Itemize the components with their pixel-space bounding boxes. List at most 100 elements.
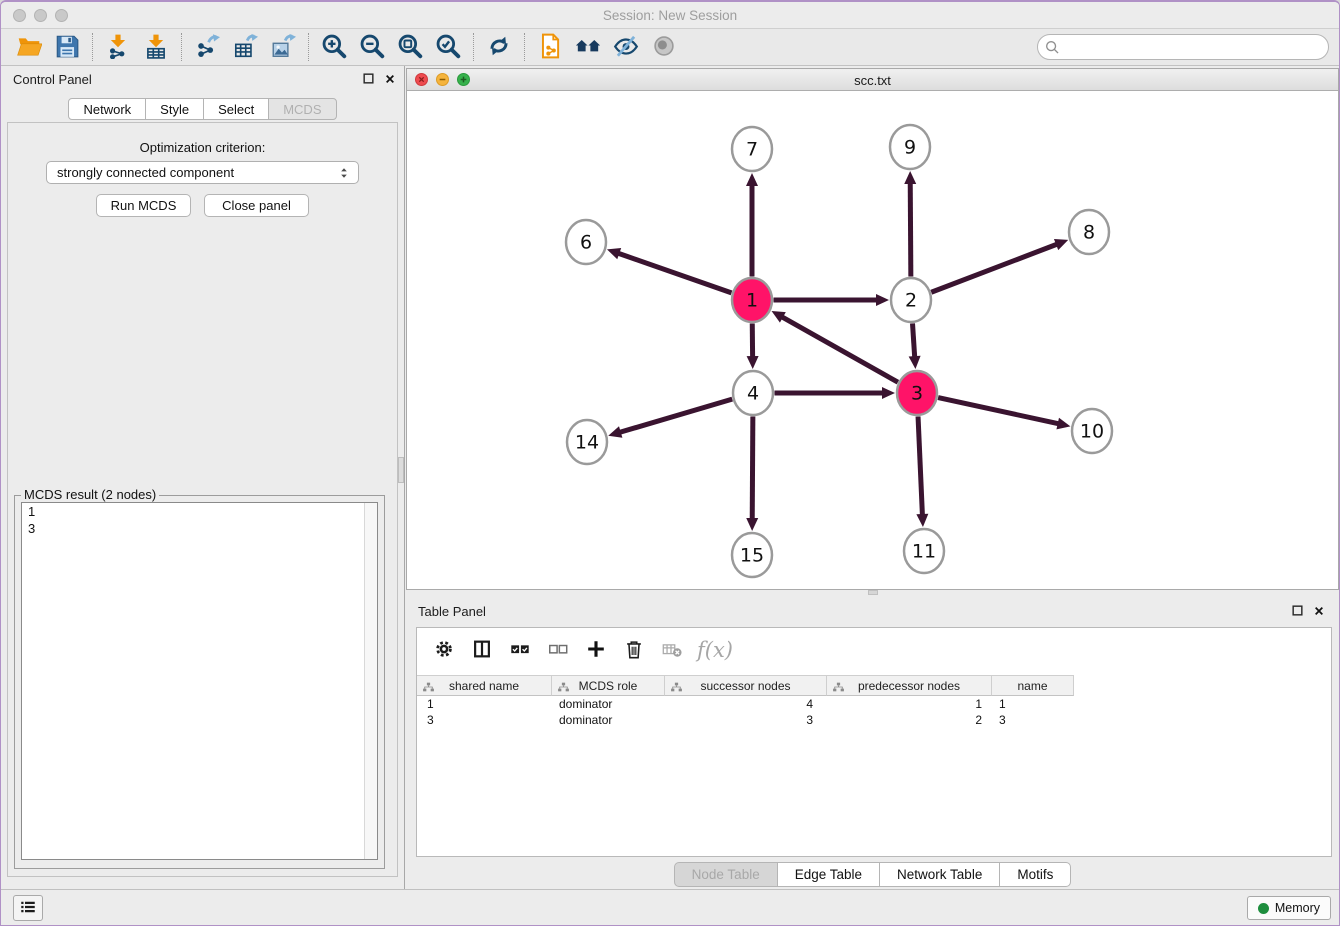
unselect-all-columns-button[interactable] [541, 634, 575, 666]
save-session-icon [54, 33, 80, 62]
fit-content-icon [397, 33, 423, 62]
run-mcds-button[interactable]: Run MCDS [96, 194, 191, 217]
zoom-selected-icon [435, 33, 461, 62]
float-panel-icon[interactable] [362, 72, 375, 90]
graph-node-14[interactable]: 14 [567, 420, 607, 464]
memory-button[interactable]: Memory [1247, 896, 1331, 920]
network-canvas[interactable]: 1 2 3 4 6 7 8 9 10 11 14 15 [407, 91, 1338, 589]
graph-node-4[interactable]: 4 [733, 371, 773, 415]
cell-mcds-role[interactable]: dominator [552, 712, 665, 728]
mcds-result-item[interactable]: 3 [22, 520, 377, 537]
delete-columns-button[interactable] [617, 634, 651, 666]
graph-edge-2-8[interactable] [931, 243, 1059, 292]
select-all-columns-button[interactable] [503, 634, 537, 666]
cell-shared-name[interactable]: 1 [417, 696, 552, 712]
first-neighbors-button[interactable] [570, 32, 606, 62]
tab-network[interactable]: Network [68, 98, 146, 120]
cell-mcds-role[interactable]: dominator [552, 696, 665, 712]
cell-predecessor-nodes[interactable]: 2 [827, 712, 992, 728]
cell-name[interactable]: 1 [992, 696, 1074, 712]
apply-preferred-layout-button[interactable] [481, 32, 517, 62]
settings-gear-button[interactable] [427, 634, 461, 666]
zoom-out-button[interactable] [354, 32, 390, 62]
save-session-button[interactable] [49, 32, 85, 62]
hide-selected-button[interactable] [608, 32, 644, 62]
graph-node-9[interactable]: 9 [890, 125, 930, 169]
search-input[interactable] [1037, 34, 1329, 60]
cell-successor-nodes[interactable]: 3 [665, 712, 827, 728]
new-network-from-selection-button[interactable] [532, 32, 568, 62]
unselect-all-columns-icon [547, 638, 569, 663]
open-session-button[interactable] [11, 32, 47, 62]
control-panel: Control Panel Network Style Select MCDS … [1, 66, 405, 889]
zoom-in-button[interactable] [316, 32, 352, 62]
close-panel-button[interactable]: Close panel [204, 194, 309, 217]
import-network-button[interactable] [100, 32, 136, 62]
table-row[interactable]: 1 dominator 4 1 1 [417, 696, 1331, 712]
graph-node-11[interactable]: 11 [904, 529, 944, 573]
svg-text:1: 1 [746, 290, 758, 312]
graph-edge-3-10[interactable] [938, 398, 1061, 425]
column-header-shared-name[interactable]: shared name [417, 675, 552, 696]
tab-style[interactable]: Style [145, 98, 204, 120]
graph-edge-arrowhead [607, 248, 621, 259]
graph-edge-2-9[interactable] [910, 181, 911, 277]
horizontal-splitter-handle[interactable] [868, 590, 878, 595]
open-session-icon [16, 33, 42, 62]
column-header-predecessor-nodes[interactable]: predecessor nodes [827, 675, 992, 696]
graph-node-7[interactable]: 7 [732, 127, 772, 171]
tab-mcds[interactable]: MCDS [268, 98, 336, 120]
tab-network-table[interactable]: Network Table [879, 862, 1000, 887]
mcds-result-item[interactable]: 1 [22, 503, 377, 520]
criterion-select[interactable]: strongly connected component [46, 161, 359, 184]
graph-edge-2-3[interactable] [913, 323, 915, 359]
column-tree-icon [670, 681, 683, 695]
graph-edge-3-1[interactable] [780, 316, 898, 382]
graph-node-8[interactable]: 8 [1069, 210, 1109, 254]
cell-name[interactable]: 3 [992, 712, 1074, 728]
criterion-select-value: strongly connected component [57, 165, 234, 180]
cell-shared-name[interactable]: 3 [417, 712, 552, 728]
fit-content-button[interactable] [392, 32, 428, 62]
show-columns-button[interactable] [465, 634, 499, 666]
show-panels-list-button[interactable] [13, 895, 43, 921]
control-panel-header: Control Panel [1, 68, 404, 92]
add-column-button[interactable] [579, 634, 613, 666]
float-table-panel-icon[interactable] [1291, 604, 1304, 622]
tab-node-table[interactable]: Node Table [674, 862, 778, 887]
graph-edge-arrowhead [1054, 239, 1068, 250]
graph-node-2[interactable]: 2 [891, 278, 931, 322]
column-header-mcds-role[interactable]: MCDS role [552, 675, 665, 696]
table-row[interactable]: 3 dominator 3 2 3 [417, 712, 1331, 728]
column-header-successor-nodes[interactable]: successor nodes [665, 675, 827, 696]
export-table-button[interactable] [227, 32, 263, 62]
show-all-icon [651, 33, 677, 62]
graph-edge-1-6[interactable] [616, 253, 731, 293]
cell-predecessor-nodes[interactable]: 1 [827, 696, 992, 712]
close-panel-icon[interactable] [384, 72, 396, 90]
graph-edge-3-11[interactable] [918, 416, 922, 517]
select-all-columns-icon [509, 638, 531, 663]
close-table-panel-icon[interactable] [1313, 604, 1325, 622]
graph-node-10[interactable]: 10 [1072, 409, 1112, 453]
toolbar-icon-groups [11, 32, 682, 62]
export-image-button[interactable] [265, 32, 301, 62]
graph-node-3[interactable]: 3 [897, 371, 937, 415]
show-all-button[interactable] [646, 32, 682, 62]
vertical-splitter-handle[interactable] [398, 457, 404, 483]
graph-edge-4-14[interactable] [618, 399, 732, 433]
import-table-button[interactable] [138, 32, 174, 62]
graph-node-15[interactable]: 15 [732, 533, 772, 577]
tab-motifs[interactable]: Motifs [999, 862, 1071, 887]
cell-successor-nodes[interactable]: 4 [665, 696, 827, 712]
tab-edge-table[interactable]: Edge Table [777, 862, 880, 887]
graph-node-6[interactable]: 6 [566, 220, 606, 264]
graph-node-1[interactable]: 1 [732, 278, 772, 322]
graph-edge-4-15[interactable] [752, 416, 753, 521]
mcds-result-list[interactable]: 1 3 [21, 502, 378, 860]
zoom-selected-button[interactable] [430, 32, 466, 62]
export-network-button[interactable] [189, 32, 225, 62]
tab-select[interactable]: Select [203, 98, 269, 120]
column-header-name[interactable]: name [992, 675, 1074, 696]
mcds-result-scrollbar[interactable] [364, 503, 377, 859]
